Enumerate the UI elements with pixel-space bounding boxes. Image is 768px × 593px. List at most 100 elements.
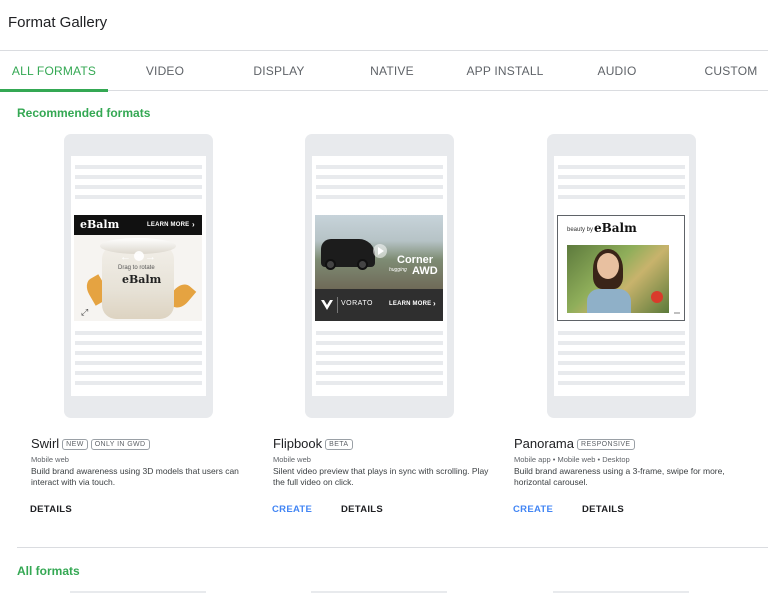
- tab-label: VIDEO: [145, 64, 185, 78]
- placeholder-line: [316, 331, 443, 335]
- page-title: Format Gallery: [8, 14, 108, 31]
- rotate-arrows-icon: ← →: [120, 251, 157, 263]
- placeholder-line: [75, 165, 202, 169]
- placeholder-line: [316, 341, 443, 345]
- placeholder-line: [558, 341, 685, 345]
- placeholder-line: [558, 361, 685, 365]
- car-wheel: [325, 259, 336, 270]
- photo-face: [597, 253, 619, 279]
- video-preview[interactable]: Corner hugging AWD: [315, 215, 443, 289]
- active-tab-indicator: [0, 89, 108, 92]
- format-name: Panorama RESPONSIVE: [514, 436, 635, 451]
- panorama-details-button[interactable]: DETAILS: [582, 504, 624, 515]
- placeholder-line: [75, 361, 202, 365]
- badge-responsive: RESPONSIVE: [576, 439, 635, 450]
- car-wheel: [357, 259, 368, 270]
- tab-label: CUSTOM: [704, 64, 758, 78]
- tab-display[interactable]: DISPLAY: [238, 51, 320, 91]
- placeholder-line: [75, 175, 202, 179]
- flipbook-create-button[interactable]: CREATE: [272, 504, 312, 515]
- recommended-section-title: Recommended formats: [17, 106, 151, 120]
- tab-video[interactable]: VIDEO: [125, 51, 205, 91]
- panorama-create-button[interactable]: CREATE: [513, 504, 553, 515]
- tab-app-install[interactable]: APP INSTALL: [460, 51, 550, 91]
- badge-only-in-gwd: ONLY IN GWD: [90, 439, 150, 450]
- app-header: Format Gallery: [0, 0, 768, 50]
- placeholder-line: [75, 381, 202, 385]
- badge-new: NEW: [62, 439, 88, 450]
- tab-custom[interactable]: CUSTOM: [698, 51, 764, 91]
- video-subline: hugging: [389, 267, 407, 273]
- tab-label: APP INSTALL: [466, 64, 544, 78]
- tab-label: ALL FORMATS: [11, 64, 97, 78]
- photo-flower: [651, 291, 663, 303]
- placeholder-line: [75, 371, 202, 375]
- tab-audio[interactable]: AUDIO: [582, 51, 652, 91]
- flipbook-ad-bar: VORATO LEARN MORE ›: [315, 289, 443, 321]
- swirl-creative[interactable]: eBalm LEARN MORE › ← → Drag to rotate eB…: [74, 215, 202, 321]
- vorato-logo-icon: [321, 300, 333, 310]
- placeholder-line: [75, 341, 202, 345]
- placeholder-line: [316, 371, 443, 375]
- tab-all-formats[interactable]: ALL FORMATS: [0, 51, 108, 92]
- format-title: Swirl: [31, 436, 60, 451]
- format-title: Flipbook: [273, 436, 323, 451]
- placeholder-line: [75, 185, 202, 189]
- photo-shirt: [587, 289, 631, 313]
- expand-icon[interactable]: ⤢: [81, 307, 88, 318]
- placeholder-line: [316, 361, 443, 365]
- phone-screen: Corner hugging AWD VORATO LEARN MORE ›: [312, 156, 447, 396]
- tab-label: NATIVE: [370, 64, 414, 78]
- format-description: Build brand awareness using a 3-frame, s…: [514, 466, 725, 487]
- badge-beta: BETA: [325, 439, 353, 450]
- placeholder-line: [558, 351, 685, 355]
- carousel-indicator: [674, 312, 680, 314]
- model-photo: [567, 245, 669, 313]
- format-platform: Mobile web: [31, 455, 69, 464]
- format-description: Build brand awareness using 3D models th…: [31, 466, 239, 487]
- flipbook-details-button[interactable]: DETAILS: [341, 504, 383, 515]
- format-platform: Mobile app • Mobile web • Desktop: [514, 455, 630, 464]
- placeholder-line: [558, 185, 685, 189]
- play-icon[interactable]: [373, 244, 387, 258]
- tab-label: AUDIO: [597, 64, 637, 78]
- swirl-phone-preview[interactable]: eBalm LEARN MORE › ← → Drag to rotate eB…: [64, 134, 213, 418]
- panorama-phone-preview[interactable]: beauty by eBalm: [547, 134, 696, 418]
- learn-more-cta[interactable]: LEARN MORE: [389, 301, 431, 307]
- placeholder-line: [558, 175, 685, 179]
- learn-more-cta[interactable]: LEARN MORE: [147, 222, 189, 228]
- placeholder-line: [75, 351, 202, 355]
- placeholder-line: [558, 331, 685, 335]
- placeholder-line: [316, 195, 443, 199]
- tab-native[interactable]: NATIVE: [352, 51, 432, 91]
- placeholder-line: [558, 371, 685, 375]
- chevron-right-icon: ›: [433, 299, 436, 308]
- placeholder-line: [316, 381, 443, 385]
- placeholder-line: [316, 351, 443, 355]
- placeholder-line: [558, 165, 685, 169]
- vorato-brand: VORATO: [341, 300, 373, 307]
- placeholder-line: [558, 381, 685, 385]
- ebalm-logo: eBalm: [80, 218, 120, 231]
- placeholder-line: [558, 195, 685, 199]
- format-name: Swirl NEW ONLY IN GWD: [31, 436, 150, 451]
- video-headline-2: AWD: [412, 265, 438, 277]
- all-formats-section-title: All formats: [17, 564, 80, 578]
- swirl-details-button[interactable]: DETAILS: [30, 504, 72, 515]
- section-divider: [17, 547, 768, 548]
- phone-screen: eBalm LEARN MORE › ← → Drag to rotate eB…: [71, 156, 206, 396]
- drag-hint: Drag to rotate: [118, 265, 155, 271]
- panorama-creative[interactable]: beauty by eBalm: [557, 215, 685, 321]
- placeholder-line: [316, 175, 443, 179]
- flipbook-creative[interactable]: Corner hugging AWD VORATO LEARN MORE ›: [315, 215, 443, 321]
- tab-label: DISPLAY: [253, 64, 305, 78]
- phone-screen: beauty by eBalm: [554, 156, 689, 396]
- format-platform: Mobile web: [273, 455, 311, 464]
- beauty-by-text: beauty by: [567, 227, 594, 233]
- placeholder-line: [316, 185, 443, 189]
- format-title: Panorama: [514, 436, 574, 451]
- swirl-ad-bar: eBalm LEARN MORE ›: [74, 215, 202, 235]
- ebalm-logo: eBalm: [594, 221, 637, 235]
- placeholder-line: [316, 165, 443, 169]
- flipbook-phone-preview[interactable]: Corner hugging AWD VORATO LEARN MORE ›: [305, 134, 454, 418]
